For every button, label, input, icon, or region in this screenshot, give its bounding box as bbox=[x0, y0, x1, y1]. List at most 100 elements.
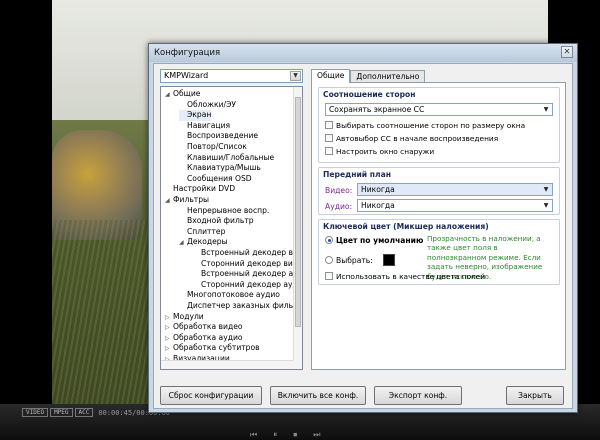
previous-icon[interactable]: ⏮ bbox=[250, 430, 257, 440]
tree-scrollbar-thumb[interactable] bbox=[295, 97, 301, 327]
audio-foreground-value: Никогда bbox=[361, 201, 395, 210]
checkbox-box bbox=[325, 121, 333, 129]
radio-choose-color[interactable]: Выбрать: bbox=[325, 256, 373, 266]
video-label: Видео: bbox=[325, 186, 353, 195]
color-swatch[interactable] bbox=[383, 254, 395, 266]
tree-item-label: Общие bbox=[173, 89, 201, 98]
playback-buttons: ⏮ ⏸ ⏹ ⏭ bbox=[250, 430, 320, 440]
badge-video: VIDEO bbox=[22, 408, 49, 417]
tree-item-label: Декодеры bbox=[187, 237, 228, 247]
checkbox-field-color[interactable]: Использовать в качестве цвета полей bbox=[325, 272, 485, 282]
checkbox-auto-aspect[interactable]: Автовыбор СС в начале воспроизведения bbox=[325, 134, 498, 144]
tree-item[interactable]: Повтор/Список bbox=[179, 142, 247, 152]
tree-item-label: Навигация bbox=[187, 120, 231, 130]
tree-item[interactable]: ▷ Обработка видео bbox=[165, 322, 243, 332]
audio-label: Аудио: bbox=[325, 202, 353, 211]
tree-item[interactable]: Многопотоковое аудио bbox=[179, 290, 280, 300]
close-button[interactable]: Закрыть bbox=[506, 386, 564, 405]
tree-item[interactable]: ▷ Обработка аудио bbox=[165, 333, 243, 343]
tree-item-label: Встроенный декодер видео bbox=[201, 248, 303, 257]
aspect-mode-select[interactable]: Сохранять экранное СС ▼ bbox=[325, 103, 553, 116]
checkbox-label: Использовать в качестве цвета полей bbox=[336, 272, 486, 281]
tree-item[interactable]: Диспетчер заказных фильтров bbox=[179, 301, 303, 311]
tree-scrollbar[interactable] bbox=[293, 87, 302, 369]
tree-item-label: Непрерывное воспр. bbox=[187, 205, 270, 215]
tree-item-label: Сторонний декодер аудио bbox=[201, 279, 303, 289]
radio-dot bbox=[325, 256, 333, 264]
tree-item[interactable]: Непрерывное воспр. bbox=[179, 206, 269, 216]
tree-item[interactable]: ▷ Обработка субтитров bbox=[165, 343, 260, 353]
radio-label: Цвет по умолчанию bbox=[336, 236, 424, 245]
tree-item[interactable]: Сторонний декодер видео bbox=[193, 258, 303, 269]
group-aspect-ratio: Соотношение сторон Сохранять экранное СС… bbox=[318, 87, 560, 163]
tree-item[interactable]: ◢ Общие bbox=[165, 89, 200, 99]
tree-item[interactable]: Настройки DVD bbox=[165, 184, 235, 194]
tree-item-label: Сторонний декодер видео bbox=[201, 258, 303, 268]
tree-item[interactable]: Сообщения OSD bbox=[179, 174, 252, 184]
tree-item-label: Повтор/Список bbox=[187, 142, 247, 151]
tree-item-label: Экран bbox=[187, 110, 212, 120]
chevron-down-icon: ▼ bbox=[543, 186, 549, 193]
preset-select[interactable]: KMPWizard ▼ bbox=[160, 69, 303, 83]
tree-item-label: Обработка субтитров bbox=[173, 343, 260, 353]
tree-item[interactable]: ▷ Модули bbox=[165, 312, 204, 322]
tree-item[interactable]: Встроенный декодер видео bbox=[193, 248, 303, 258]
tree-item[interactable]: Клавиши/Глобальные bbox=[179, 153, 274, 163]
aspect-mode-value: Сохранять экранное СС bbox=[329, 105, 425, 114]
expander-icon[interactable]: ◢ bbox=[165, 196, 173, 206]
video-foreground-select[interactable]: Никогда ▼ bbox=[357, 183, 553, 196]
expander-icon[interactable]: ◢ bbox=[179, 238, 187, 248]
enable-all-button[interactable]: Включить все конф. bbox=[270, 386, 366, 405]
tree-item-label: Модули bbox=[173, 311, 204, 321]
chevron-down-icon: ▼ bbox=[543, 202, 549, 209]
group-foreground: Передний план Видео: Никогда ▼ Аудио: Ни… bbox=[318, 167, 560, 215]
tree-item-label: Клавиши/Глобальные bbox=[187, 152, 275, 162]
tree-item[interactable]: Обложки/ЭУ bbox=[179, 100, 236, 110]
checkbox-box bbox=[325, 147, 333, 155]
audio-foreground-select[interactable]: Никогда ▼ bbox=[357, 199, 553, 212]
pause-icon[interactable]: ⏸ bbox=[273, 430, 277, 440]
checkbox-outer-window[interactable]: Настроить окно снаружи bbox=[325, 147, 434, 157]
tree-item[interactable]: Воспроизведение bbox=[179, 131, 258, 141]
settings-tree: ◢ Общие Обложки/ЭУ Экран Навигация Воспроизве… bbox=[160, 86, 303, 370]
tab-strip: Общие Дополнительно bbox=[311, 69, 426, 83]
close-icon[interactable]: ✕ bbox=[561, 46, 573, 58]
radio-default-color[interactable]: Цвет по умолчанию bbox=[325, 236, 423, 246]
tree-item[interactable]: Сторонний декодер аудио bbox=[193, 279, 303, 290]
tree-item[interactable]: ◢ Фильтры bbox=[165, 195, 209, 205]
expander-icon[interactable]: ◢ bbox=[165, 90, 173, 100]
tree-item-label: Входной фильтр bbox=[187, 216, 254, 226]
tree-item-label: Обложки/ЭУ bbox=[187, 99, 237, 109]
next-icon[interactable]: ⏭ bbox=[313, 430, 320, 440]
tree-item-label: Встроенный декодер аудио bbox=[201, 269, 303, 279]
tree-item-label: Многопотоковое аудио bbox=[187, 290, 280, 300]
tree-item-label: Настройки DVD bbox=[173, 184, 236, 194]
radio-label: Выбрать: bbox=[336, 256, 373, 265]
reset-config-button[interactable]: Сброс конфигурации bbox=[160, 386, 262, 405]
tree-item[interactable]: ◢ Декодеры bbox=[179, 237, 228, 247]
tree-item-label: Клавиатура/Мышь bbox=[187, 163, 261, 173]
tab-panel-general: Соотношение сторон Сохранять экранное СС… bbox=[311, 82, 566, 370]
group-color-key: Ключевой цвет (Микшер наложения) Цвет по… bbox=[318, 219, 560, 285]
dialog-client: KMPWizard ▼ ◢ Общие Обложки/ЭУ Экран Навигац… bbox=[153, 63, 573, 409]
tree-horizontal-scrollbar[interactable] bbox=[161, 360, 294, 369]
badge-audio: ACC bbox=[74, 408, 94, 417]
tree-item[interactable]: Сплиттер bbox=[179, 227, 225, 237]
checkbox-box bbox=[325, 134, 333, 142]
tree-item[interactable]: Клавиатура/Мышь bbox=[179, 163, 261, 173]
tree-item-label: Диспетчер заказных фильтров bbox=[187, 301, 303, 310]
chevron-down-icon: ▼ bbox=[290, 71, 301, 81]
tree-item[interactable]: Входной фильтр bbox=[179, 216, 254, 226]
tree-item[interactable]: Экран bbox=[179, 110, 212, 121]
stop-icon[interactable]: ⏹ bbox=[293, 430, 297, 440]
group-title-colorkey: Ключевой цвет (Микшер наложения) bbox=[323, 222, 489, 231]
checkbox-fit-window[interactable]: Выбирать соотношение сторон по размеру о… bbox=[325, 121, 525, 131]
tree-item[interactable]: Навигация bbox=[179, 121, 230, 131]
export-config-button[interactable]: Экспорт конф. bbox=[374, 386, 462, 405]
tree-item[interactable]: Встроенный декодер аудио bbox=[193, 269, 303, 279]
radio-dot bbox=[325, 236, 333, 244]
dialog-titlebar[interactable]: Конфигурация ✕ bbox=[149, 44, 577, 62]
group-title-aspect: Соотношение сторон bbox=[323, 90, 416, 99]
video-foreground-value: Никогда bbox=[361, 185, 395, 194]
tab-general[interactable]: Общие bbox=[311, 69, 351, 83]
